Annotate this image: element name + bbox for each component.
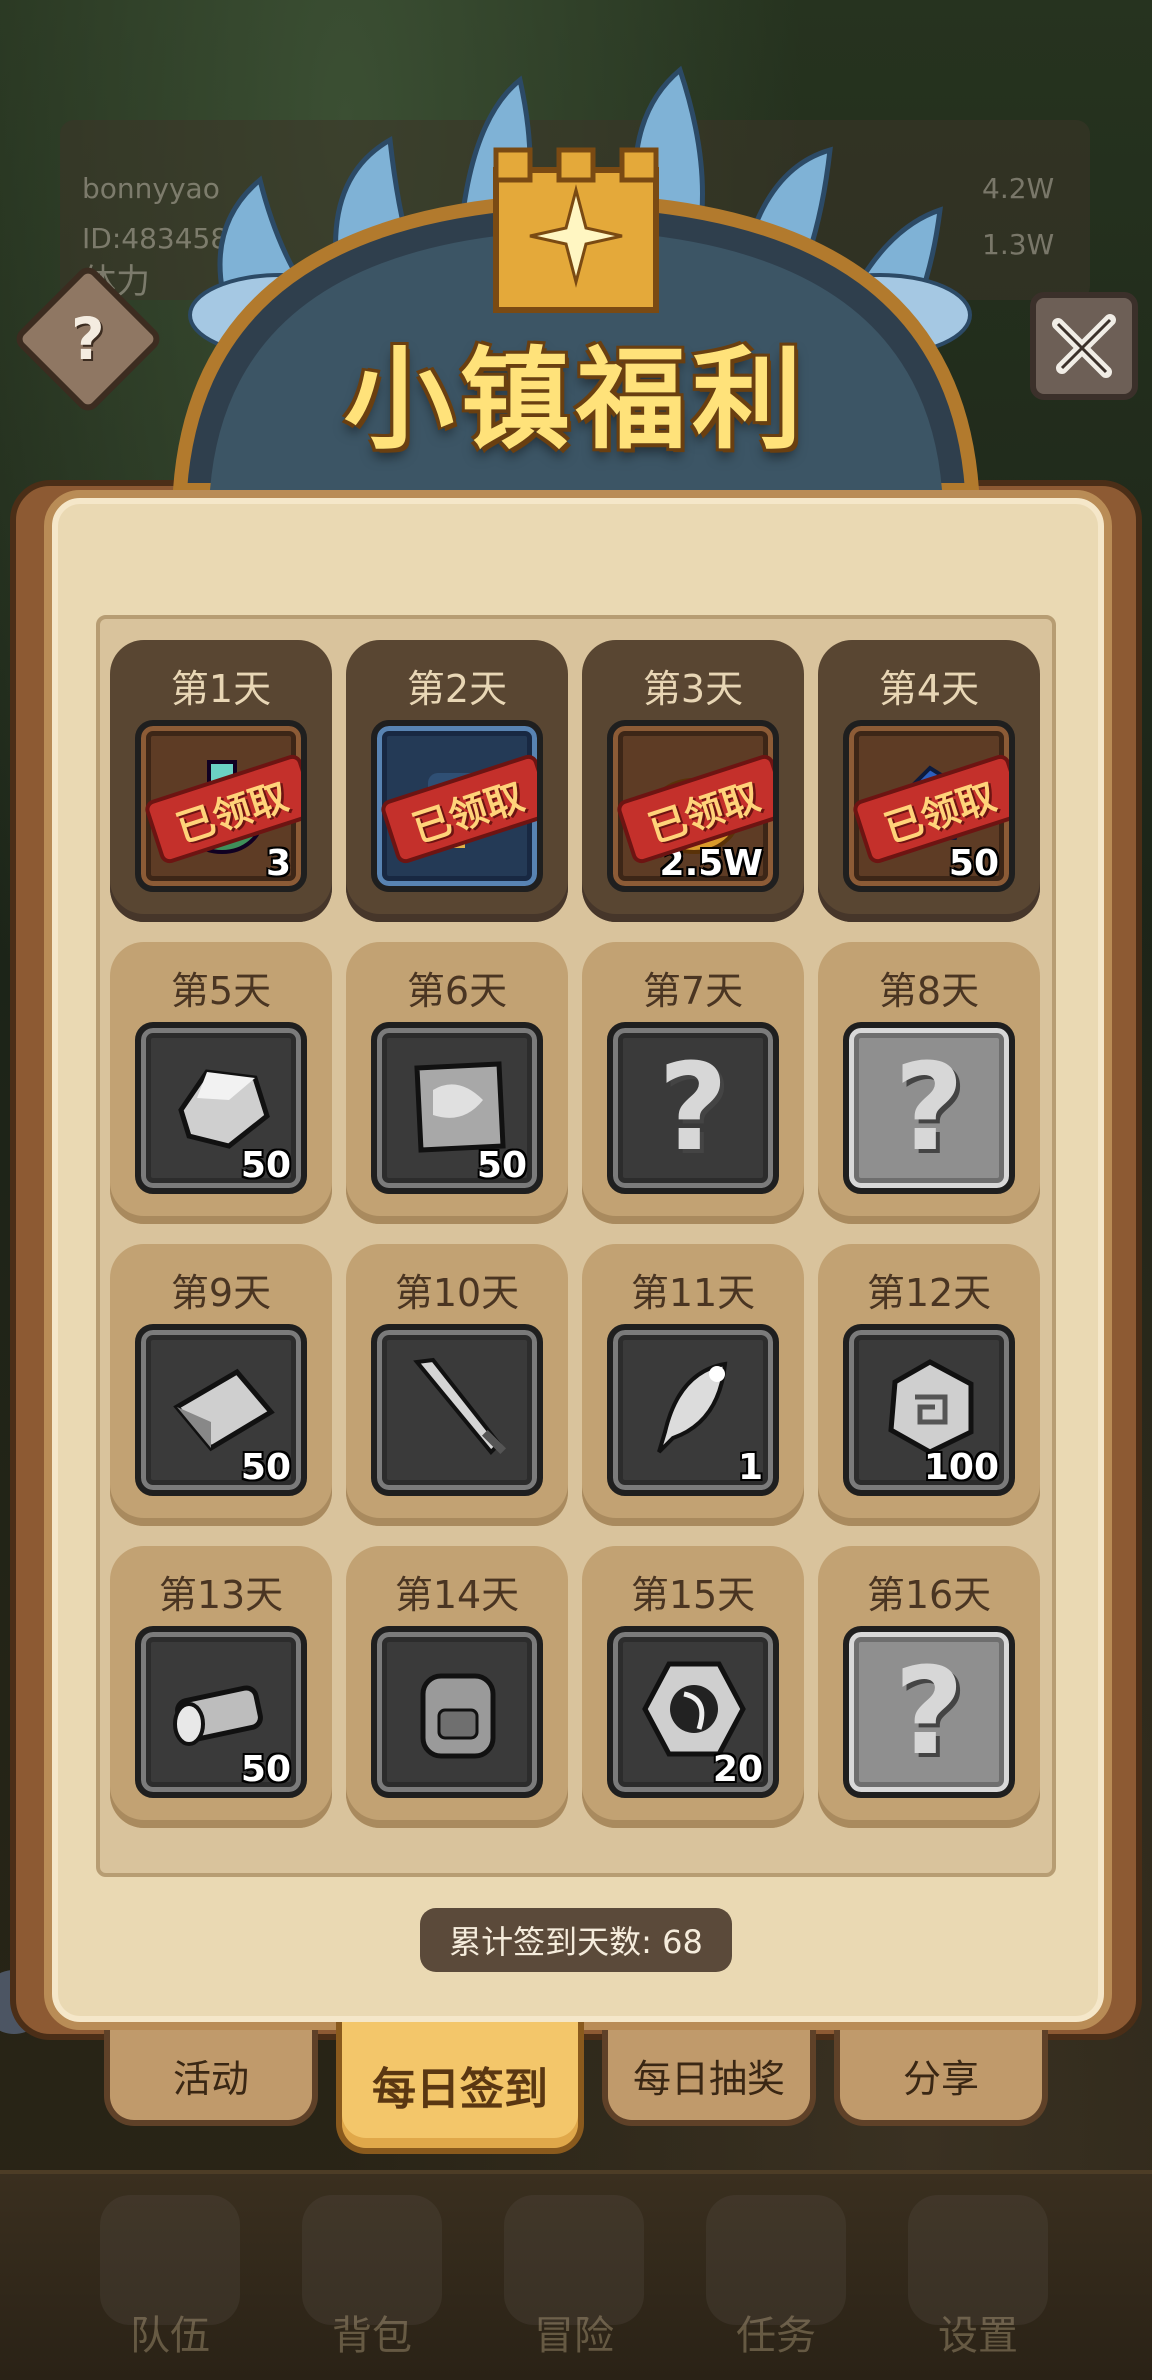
reward-slot: 3 已领取 [135, 720, 307, 892]
day-label: 第3天 [642, 667, 744, 711]
day-card[interactable]: 第1天 3 已领取 [110, 640, 332, 922]
day-label: 第6天 [406, 969, 508, 1013]
day-label: 第12天 [866, 1271, 992, 1315]
nav-bag-label: 背包 [332, 2313, 412, 2359]
tab-daily-checkin[interactable]: 每日签到 [336, 2022, 584, 2154]
day-label: 第7天 [642, 969, 744, 1013]
total-checkin-days: 累计签到天数: 68 [420, 1908, 732, 1972]
day-card[interactable]: 第11天 1 [582, 1244, 804, 1526]
mystery-icon: ? [658, 1038, 728, 1178]
reward-slot: ? [843, 1626, 1015, 1798]
day-label: 第2天 [406, 667, 508, 711]
nav-quest[interactable]: 任务 [676, 2175, 876, 2375]
day-card[interactable]: 第4天 50 已领取 [818, 640, 1040, 922]
day-label: 第1天 [170, 667, 272, 711]
nav-team[interactable]: 队伍 [70, 2175, 270, 2375]
day-card[interactable]: 第9天 50 [110, 1244, 332, 1526]
day-label: 第14天 [394, 1573, 520, 1617]
day-card[interactable]: 第13天 50 [110, 1546, 332, 1828]
reward-quantity: 50 [240, 1749, 291, 1790]
day-card[interactable]: 第5天 50 [110, 942, 332, 1224]
reward-slot [371, 1626, 543, 1798]
day-card[interactable]: 第3天 2.5W 已领取 [582, 640, 804, 922]
tab-daily-lottery[interactable]: 每日抽奖 [602, 2030, 816, 2126]
reward-slot: 50 [371, 1022, 543, 1194]
reward-quantity: 50 [948, 843, 999, 884]
sword-icon [413, 1357, 507, 1455]
mystery-icon: ? [894, 1642, 964, 1782]
nav-quest-label: 任务 [736, 2313, 816, 2359]
close-button[interactable] [1030, 292, 1138, 400]
day-label: 第9天 [170, 1271, 272, 1315]
reward-quantity: 20 [712, 1749, 763, 1790]
nav-settings[interactable]: 设置 [878, 2175, 1078, 2375]
reward-slot: 已领取 [371, 720, 543, 892]
reward-quantity: 3 [265, 843, 291, 884]
question-icon: ? [71, 305, 105, 373]
nav-bag[interactable]: 背包 [272, 2175, 472, 2375]
log-icon [173, 1685, 263, 1746]
day-card[interactable]: 第7天? [582, 942, 804, 1224]
day-label: 第5天 [170, 969, 272, 1013]
reward-slot: 20 [607, 1626, 779, 1798]
reward-slot: 50 [135, 1022, 307, 1194]
nav-adventure-label: 冒险 [534, 2313, 614, 2359]
mystery-icon: ? [894, 1038, 964, 1178]
tab-activity[interactable]: 活动 [104, 2030, 318, 2126]
close-crossed-swords-icon [1052, 314, 1116, 378]
reward-slot: ? [843, 1022, 1015, 1194]
day-card[interactable]: 第6天 50 [346, 942, 568, 1224]
reward-quantity: 50 [476, 1145, 527, 1186]
reward-quantity: 50 [240, 1447, 291, 1488]
reward-slot: 2.5W 已领取 [607, 720, 779, 892]
day-card[interactable]: 第8天? [818, 942, 1040, 1224]
emblem-icon [642, 1661, 746, 1757]
tab-share-label: 分享 [902, 2056, 979, 2101]
reward-quantity: 1 [737, 1447, 763, 1488]
reward-quantity: 50 [240, 1145, 291, 1186]
day-card[interactable]: 第10天 [346, 1244, 568, 1526]
reward-quantity: 100 [923, 1447, 999, 1488]
day-label: 第11天 [630, 1271, 756, 1315]
nav-adventure[interactable]: 冒险 [474, 2175, 674, 2375]
ore-icon [178, 1069, 270, 1149]
reward-slot: 50 [135, 1324, 307, 1496]
day-label: 第16天 [866, 1573, 992, 1617]
day-card[interactable]: 第16天? [818, 1546, 1040, 1828]
day-card[interactable]: 第14天 [346, 1546, 568, 1828]
page-title: 小镇福利 [344, 336, 808, 464]
day-label: 第10天 [394, 1271, 520, 1315]
day-card[interactable]: 第15天 20 [582, 1546, 804, 1828]
nav-team-label: 队伍 [130, 2313, 210, 2359]
reward-slot: 50 [135, 1626, 307, 1798]
day-label: 第15天 [630, 1573, 756, 1617]
reward-slot: ? [607, 1022, 779, 1194]
tab-share[interactable]: 分享 [834, 2030, 1048, 2126]
cloth-icon [414, 1061, 506, 1153]
day-label: 第13天 [158, 1573, 284, 1617]
tab-daily-checkin-label: 每日签到 [372, 2064, 548, 2115]
ingot-icon [173, 1368, 275, 1452]
backpack-icon [420, 1673, 496, 1759]
day-label: 第8天 [878, 969, 980, 1013]
day-label: 第4天 [878, 667, 980, 711]
reward-slot: 100 [843, 1324, 1015, 1496]
tab-daily-lottery-label: 每日抽奖 [632, 2056, 785, 2101]
reward-slot [371, 1324, 543, 1496]
day-card[interactable]: 第12天 100 [818, 1244, 1040, 1526]
tab-activity-label: 活动 [172, 2056, 249, 2101]
reward-slot: 1 [607, 1324, 779, 1496]
nav-settings-label: 设置 [938, 2313, 1018, 2359]
reward-slot: 50 已领取 [843, 720, 1015, 892]
day-card[interactable]: 第2天已领取 [346, 640, 568, 922]
rune-stone-icon [888, 1359, 974, 1455]
feather-icon [657, 1361, 728, 1454]
